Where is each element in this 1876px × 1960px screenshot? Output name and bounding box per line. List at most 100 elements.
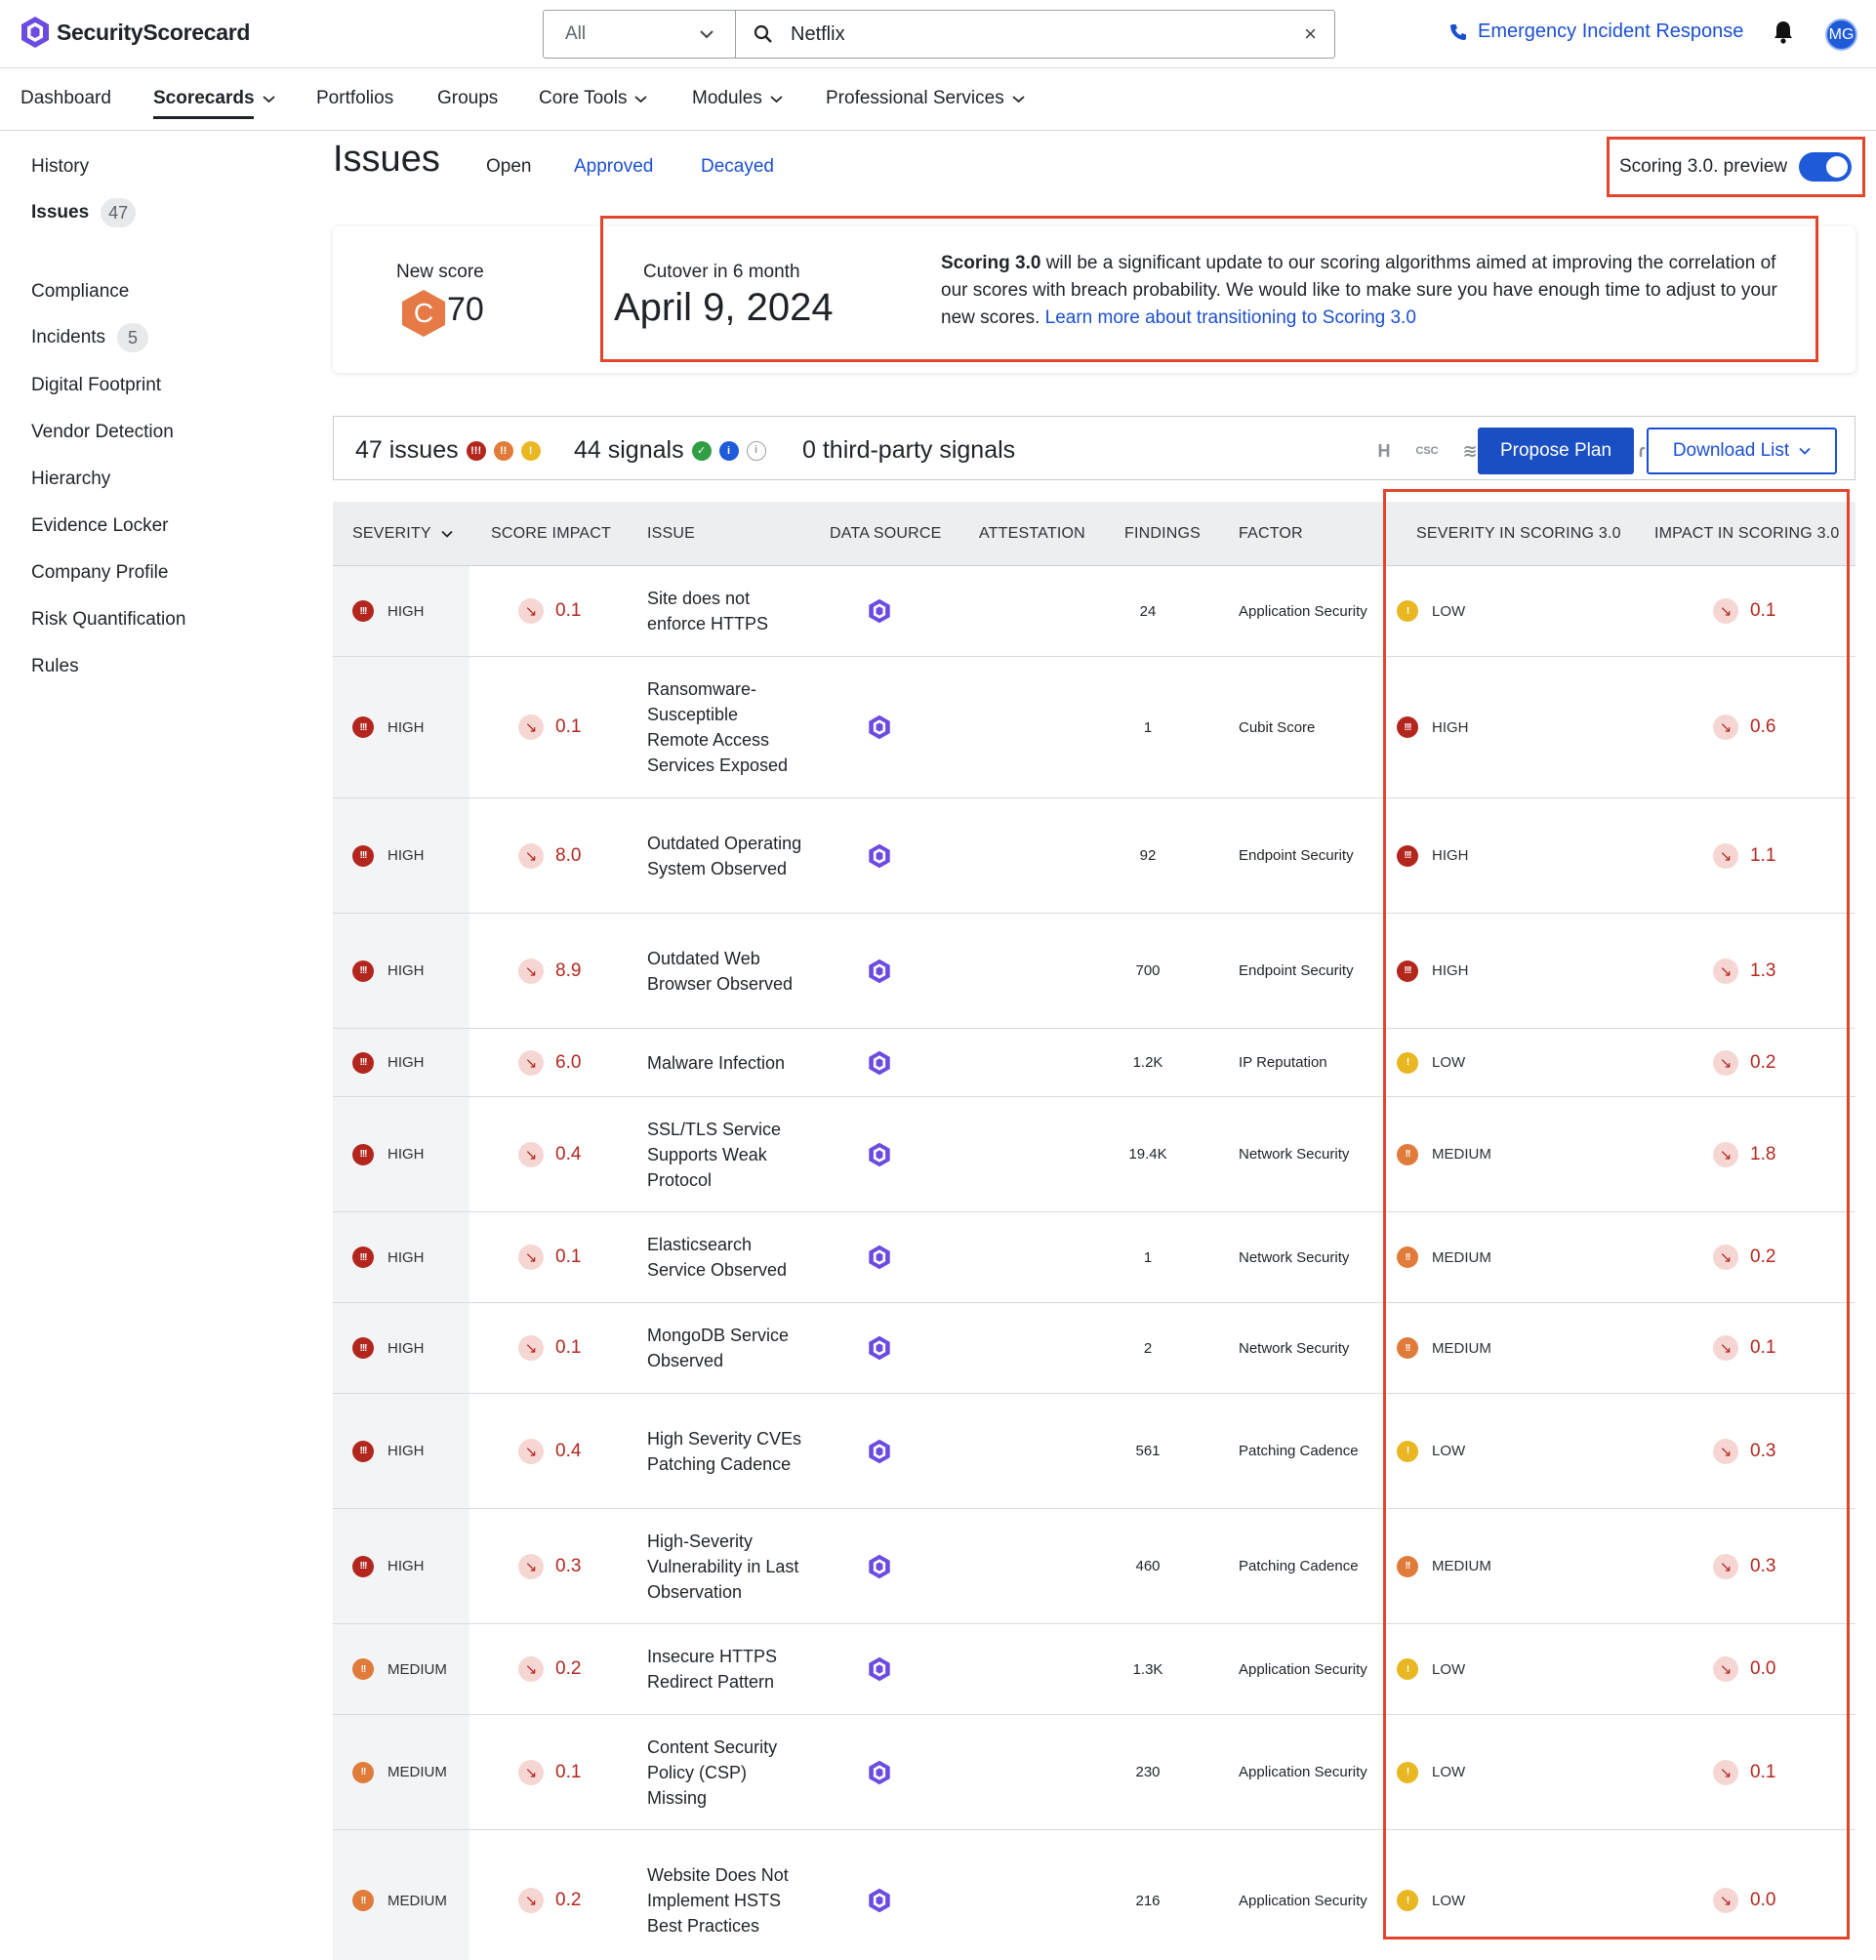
issue-name[interactable]: Outdated Operating System Observed [647, 831, 803, 881]
nav-label: Modules [692, 88, 762, 108]
clear-search-icon[interactable]: × [1304, 21, 1317, 47]
sidebar-item-compliance[interactable]: Compliance [31, 281, 129, 303]
issue-name[interactable]: Website Does Not Implement HSTS Best Pra… [647, 1862, 803, 1939]
column-score-impact[interactable]: SCORE IMPACT [491, 502, 611, 566]
sidebar-item-vendor-detection[interactable]: Vendor Detection [31, 422, 174, 443]
issue-name[interactable]: Insecure HTTPS Redirect Pattern [647, 1644, 803, 1695]
score-impact-value: 0.3 [555, 1555, 582, 1576]
severity-cell: !! MEDIUM [352, 1830, 447, 1960]
scoring-preview-toggle[interactable] [1799, 152, 1853, 182]
tab-approved[interactable]: Approved [574, 156, 653, 178]
sidebar-item-hierarchy[interactable]: Hierarchy [31, 469, 110, 490]
findings-value[interactable]: 1.2K [1133, 1054, 1163, 1071]
column-findings[interactable]: FINDINGS [1124, 502, 1201, 566]
findings-value[interactable]: 2 [1144, 1340, 1152, 1357]
severity-badge: !!! HIGH [352, 600, 425, 622]
sidebar-item-label: Issues [31, 202, 90, 223]
column-severity[interactable]: SEVERITY [352, 502, 453, 566]
column-data-source[interactable]: DATA SOURCE [830, 502, 942, 566]
severity-cell: !!! HIGH [352, 1303, 425, 1393]
nav-modules[interactable]: Modules [692, 88, 783, 109]
sidebar-item-company-profile[interactable]: Company Profile [31, 562, 168, 584]
issue-name[interactable]: Content Security Policy (CSP) Missing [647, 1735, 803, 1811]
info-icon: i [718, 440, 739, 461]
sidebar-item-history[interactable]: History [31, 156, 89, 178]
issue-cell: Content Security Policy (CSP) Missing [647, 1715, 803, 1829]
chevron-down-icon [262, 95, 275, 102]
severity-icon: !!! [352, 1246, 374, 1268]
bell-icon[interactable] [1773, 20, 1794, 45]
download-list-button[interactable]: Download List [1647, 428, 1837, 474]
severity-cell: !!! HIGH [352, 798, 425, 913]
issue-name[interactable]: Ransomware-Susceptible Remote Access Ser… [647, 676, 803, 778]
severity-icon: !!! [352, 844, 374, 867]
issue-name[interactable]: High Severity CVEs Patching Cadence [647, 1426, 803, 1477]
findings-value[interactable]: 700 [1135, 962, 1160, 979]
score-impact: ↘ 0.1 [518, 715, 581, 740]
nav-core-tools[interactable]: Core Tools [539, 88, 648, 109]
findings-value[interactable]: 561 [1135, 1443, 1160, 1459]
grade-hex-icon: C [402, 290, 445, 337]
findings-value[interactable]: 19.4K [1128, 1146, 1166, 1163]
issue-name[interactable]: Elasticsearch Service Observed [647, 1232, 803, 1283]
scoring-description: Scoring 3.0 will be a significant update… [941, 250, 1800, 332]
findings-value[interactable]: 1.3K [1133, 1661, 1163, 1678]
tab-decayed[interactable]: Decayed [701, 156, 774, 178]
findings-value[interactable]: 1 [1144, 1249, 1152, 1266]
logo[interactable]: SecurityScorecard [20, 16, 250, 49]
emergency-response-link[interactable]: Emergency Incident Response [1448, 20, 1743, 43]
issue-name[interactable]: Outdated Web Browser Observed [647, 946, 803, 997]
score-impact-value: 6.0 [555, 1051, 582, 1073]
findings-value[interactable]: 92 [1140, 847, 1157, 864]
learn-more-link[interactable]: Learn more about transitioning to Scorin… [1045, 307, 1416, 328]
findings-value[interactable]: 1 [1144, 719, 1152, 736]
search-scope-select[interactable]: All [544, 11, 736, 58]
chevron-down-icon [770, 95, 783, 102]
sidebar-item-label: Hierarchy [31, 469, 111, 489]
factor-value: Network Security [1239, 1339, 1350, 1357]
factor-value: Application Security [1239, 1660, 1367, 1678]
issue-name[interactable]: High-Severity Vulnerability in Last Obse… [647, 1529, 803, 1605]
findings-value[interactable]: 230 [1135, 1764, 1160, 1780]
issue-name[interactable]: SSL/TLS Service Supports Weak Protocol [647, 1117, 803, 1193]
score-impact: ↘ 0.2 [518, 1656, 581, 1682]
nav-groups[interactable]: Groups [437, 88, 498, 109]
nav-portfolios[interactable]: Portfolios [316, 88, 393, 109]
factor-value: Patching Cadence [1239, 1443, 1359, 1459]
main-nav: Dashboard Scorecards Portfolios Groups C… [0, 68, 1876, 131]
column-factor[interactable]: FACTOR [1239, 502, 1303, 566]
column-issue[interactable]: ISSUE [647, 502, 695, 566]
score-impact: ↘ 6.0 [518, 1049, 582, 1076]
score-impact-value: 8.9 [555, 960, 582, 981]
tab-open[interactable]: Open [486, 156, 531, 178]
avatar[interactable]: MG [1825, 19, 1857, 51]
nav-scorecards[interactable]: Scorecards [153, 88, 275, 119]
sidebar-item-rules[interactable]: Rules [31, 656, 79, 677]
column-attestation[interactable]: ATTESTATION [979, 502, 1085, 566]
search-input[interactable] [791, 22, 1287, 46]
severity-icon: !! [352, 1890, 374, 1911]
propose-plan-button[interactable]: Propose Plan [1478, 428, 1634, 474]
findings-cell: 24 [1084, 566, 1211, 656]
issue-name[interactable]: Site does not enforce HTTPS [647, 586, 803, 636]
csc-icon[interactable]: CSC [1414, 438, 1440, 464]
findings-value[interactable]: 24 [1140, 603, 1157, 620]
findings-value[interactable]: 216 [1135, 1893, 1160, 1909]
findings-value[interactable]: 460 [1135, 1558, 1160, 1574]
issue-name[interactable]: MongoDB Service Observed [647, 1323, 803, 1373]
scoring-description-bold: Scoring 3.0 [941, 253, 1041, 273]
sidebar-item-digital-footprint[interactable]: Digital Footprint [31, 375, 161, 396]
severity-badge: !!! HIGH [352, 1143, 425, 1165]
sidebar-item-risk-quantification[interactable]: Risk Quantification [31, 609, 185, 631]
nav-professional-services[interactable]: Professional Services [826, 88, 1025, 109]
issue-name[interactable]: Malware Infection [647, 1050, 803, 1076]
score-impact-cell: ↘ 0.1 [518, 1212, 581, 1302]
nav-dashboard[interactable]: Dashboard [20, 88, 111, 109]
sidebar-item-issues[interactable]: Issues 47 [31, 198, 137, 227]
arrow-down-right-icon: ↘ [518, 1888, 544, 1913]
sidebar-item-evidence-locker[interactable]: Evidence Locker [31, 515, 168, 537]
sidebar-item-label: Rules [31, 656, 79, 676]
data-source-cell [867, 566, 892, 656]
hackerone-icon[interactable]: H [1371, 438, 1397, 464]
sidebar-item-incidents[interactable]: Incidents 5 [31, 323, 149, 352]
